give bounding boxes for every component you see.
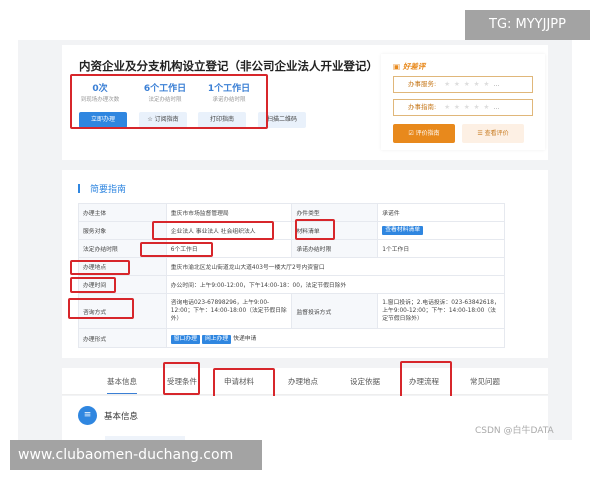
view-icon: ☰	[477, 130, 483, 137]
table-row: 办理形式 窗口办理 网上办理 快递申请	[78, 328, 506, 348]
window-handling-tag[interactable]: 窗口办理	[170, 334, 200, 344]
cell-value: 重庆市市场监督管理局	[165, 203, 293, 222]
highlight-box	[295, 219, 335, 240]
rating-stars[interactable]: ★★★★★	[444, 80, 493, 88]
evaluate-label: 评价指南	[415, 130, 440, 137]
cell-value: 咨询电话023-67898296，上午9:00-12:00；下午：14:00-1…	[165, 293, 293, 329]
rating-title: ▣ 好差评	[393, 61, 425, 72]
rating-icon: ▣	[393, 62, 401, 71]
highlight-box	[140, 242, 213, 257]
view-label: 查看评价	[484, 130, 509, 137]
more-text: ...	[493, 103, 500, 111]
cell-key: 办理形式	[78, 328, 167, 348]
document-icon: ≡	[78, 406, 97, 425]
view-materials-button[interactable]: 查看材料清单	[382, 226, 424, 235]
table-row: 办理地点 重庆市渝北区龙山街道龙山大道403号一楼大厅2号内资窗口	[78, 257, 506, 276]
tab-basic-info[interactable]: 基本信息	[107, 376, 137, 394]
rating-title-text: 好差评	[402, 62, 426, 71]
table-row: 办理时间 办公时间：上午9:00-12:00，下午14:00-18：00，法定节假…	[78, 275, 506, 294]
cell-value: 办公时间：上午9:00-12:00，下午14:00-18：00，法定节假日除外	[165, 275, 506, 294]
cell-value: 承诺件	[377, 203, 505, 222]
cell-key: 承诺办结时限	[291, 239, 379, 258]
highlight-box	[163, 362, 200, 395]
cell-value: 1个工作日	[377, 239, 505, 258]
edit-icon: ☑	[408, 130, 414, 137]
online-handling-tag[interactable]: 网上办理	[201, 334, 232, 344]
guide-table: 办理主体 重庆市市场监督管理局 办件类型 承诺件 服务对象 企业法人 事业法人 社会组织…	[78, 203, 506, 348]
highlight-box	[70, 74, 268, 129]
rating-service-label: 办事服务:	[408, 80, 437, 88]
cell-key: 办理主体	[78, 203, 167, 222]
cell-key: 监督投诉方式	[291, 293, 379, 329]
guide-title: 简要指南	[90, 185, 127, 195]
cell-value: 窗口办理 网上办理 快递申请	[165, 328, 506, 348]
highlight-box	[68, 298, 134, 319]
view-evaluation-button[interactable]: ☰ 查看评价	[462, 124, 524, 143]
guide-title-bar	[78, 184, 80, 193]
page-title: 内资企业及分支机构设立登记（非公司企业法人开业登记）	[79, 59, 378, 73]
table-row: 咨询方式 咨询电话023-67898296，上午9:00-12:00；下午：14:…	[78, 293, 505, 329]
express-apply-text: 快递申请	[233, 335, 257, 342]
highlight-box	[70, 260, 130, 275]
rating-stars[interactable]: ★★★★★	[444, 103, 493, 111]
evaluate-guide-button[interactable]: ☑ 评价指南	[393, 124, 455, 143]
tab-faq[interactable]: 常见问题	[470, 376, 500, 387]
more-text: ...	[493, 80, 500, 88]
watermark-top: TG: MYYJJPP	[465, 10, 590, 40]
watermark-csdn: CSDN @白牛DATA	[475, 426, 554, 436]
section-title: 基本信息	[104, 412, 139, 422]
cell-value: 重庆市渝北区龙山街道龙山大道403号一楼大厅2号内资窗口	[165, 257, 506, 276]
rating-guide-row[interactable]: 办事指南: ★★★★★...	[393, 99, 533, 116]
rating-guide-label: 办事指南:	[408, 103, 437, 111]
highlight-box	[400, 361, 452, 398]
cell-value: 查看材料清单	[377, 221, 505, 240]
tab-legal-basis[interactable]: 设定依据	[350, 376, 380, 387]
rating-service-row[interactable]: 办事服务: ★★★★★...	[393, 76, 533, 93]
watermark-bottom: www.clubaomen-duchang.com	[10, 440, 262, 470]
highlight-box	[152, 221, 274, 240]
table-row: 服务对象 企业法人 事业法人 社会组织法人 材料清单 查看材料清单	[78, 221, 505, 240]
highlight-box	[70, 277, 116, 293]
tab-location[interactable]: 办理地点	[288, 376, 318, 387]
table-row: 办理主体 重庆市市场监督管理局 办件类型 承诺件	[78, 203, 505, 222]
cell-value: 1.窗口投诉；2.电话投诉：023-63842618，上午9:00-12:00；…	[377, 293, 505, 329]
